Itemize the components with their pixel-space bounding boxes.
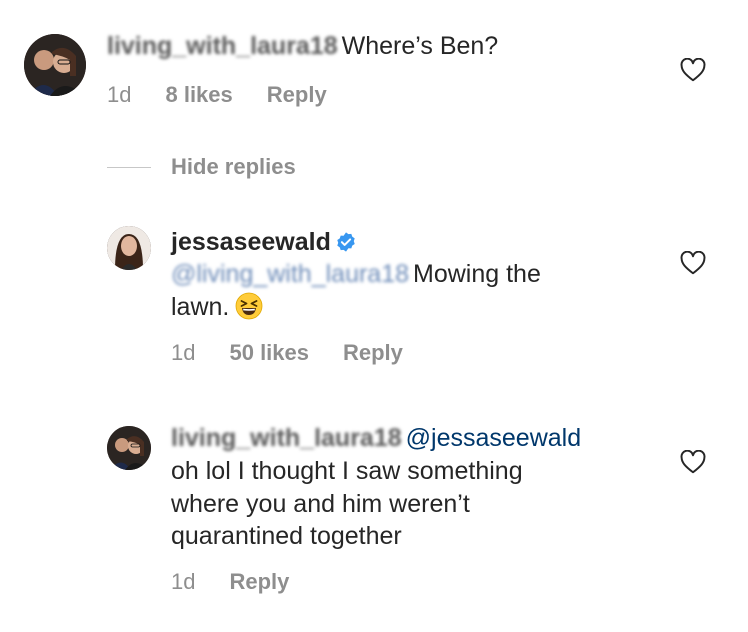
avatar[interactable] bbox=[24, 34, 86, 96]
timestamp: 1d bbox=[107, 82, 132, 107]
reply-button[interactable]: Reply bbox=[267, 82, 327, 108]
comment-meta: 1d 8 likes Reply bbox=[107, 82, 327, 108]
heart-outline-icon[interactable] bbox=[680, 58, 706, 82]
comment-text: living_with_laura18 Where’s Ben? bbox=[107, 30, 498, 62]
comment-body-line1: oh lol I thought I saw something bbox=[171, 455, 523, 487]
comment-meta: 1d Reply bbox=[171, 569, 289, 595]
heart-outline-icon[interactable] bbox=[680, 251, 706, 275]
comment-text-line3: quarantined together bbox=[171, 522, 402, 550]
reply-button[interactable]: Reply bbox=[229, 569, 289, 595]
blurred-username[interactable]: living_with_laura18 bbox=[107, 30, 338, 62]
timestamp: 1d bbox=[171, 569, 196, 594]
comment-body-line2: lawn. bbox=[171, 291, 263, 323]
avatar[interactable] bbox=[107, 426, 151, 470]
username[interactable]: jessaseewald bbox=[171, 228, 331, 256]
likes-count[interactable]: 50 likes bbox=[229, 340, 309, 366]
comment-body: @living_with_laura18 Mowing the bbox=[171, 258, 541, 290]
likes-count[interactable]: 8 likes bbox=[165, 82, 232, 108]
comment-username-line: jessaseewald bbox=[171, 226, 357, 258]
comment-text-line2: lawn. bbox=[171, 293, 230, 321]
heart-outline-icon[interactable] bbox=[680, 450, 706, 474]
grinning-squinting-face-icon bbox=[235, 292, 263, 320]
divider bbox=[107, 166, 151, 168]
comment-header-line: living_with_laura18 @jessaseewald bbox=[171, 422, 581, 454]
verified-badge-icon bbox=[335, 231, 357, 253]
blurred-mention[interactable]: @living_with_laura18 bbox=[171, 258, 409, 290]
timestamp: 1d bbox=[171, 340, 196, 365]
blurred-username[interactable]: living_with_laura18 bbox=[171, 422, 402, 454]
comment-meta: 1d 50 likes Reply bbox=[171, 340, 403, 366]
reply-button[interactable]: Reply bbox=[343, 340, 403, 366]
comment-body: Where’s Ben? bbox=[341, 32, 499, 60]
comment-text-line1: Mowing the bbox=[413, 260, 541, 288]
comment-text-line1: oh lol I thought I saw something bbox=[171, 457, 523, 485]
comment-body-line3: quarantined together bbox=[171, 520, 402, 552]
hide-replies-label[interactable]: Hide replies bbox=[171, 154, 296, 180]
hide-replies-toggle[interactable]: Hide replies bbox=[107, 154, 296, 180]
comment-body-line2: where you and him weren’t bbox=[171, 488, 470, 520]
comment-text-line2: where you and him weren’t bbox=[171, 490, 470, 518]
mention-link[interactable]: @jessaseewald bbox=[406, 424, 581, 452]
avatar[interactable] bbox=[107, 226, 151, 270]
